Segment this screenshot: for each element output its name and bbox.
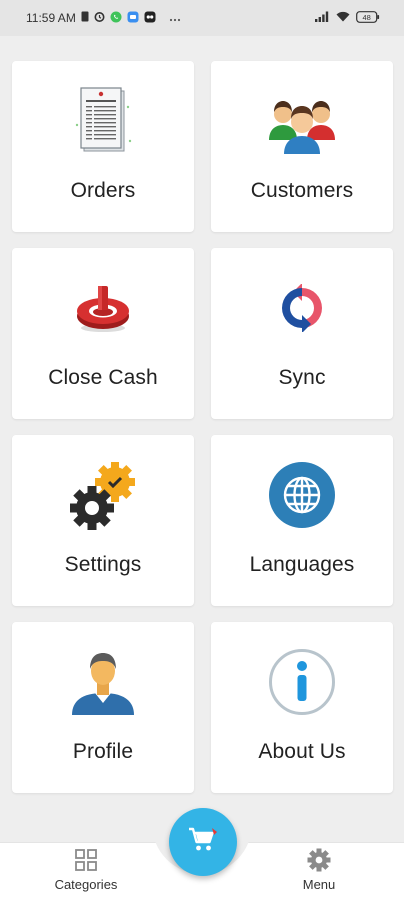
tile-close-cash[interactable]: Close Cash	[12, 248, 194, 419]
orders-document-icon	[67, 85, 139, 157]
tile-sync[interactable]: Sync	[211, 248, 393, 419]
customers-group-icon	[266, 85, 338, 157]
cart-icon	[188, 826, 218, 859]
info-icon	[266, 646, 338, 718]
nav-menu-label: Menu	[302, 877, 336, 892]
tile-customers[interactable]: Customers	[211, 61, 393, 232]
tile-label-settings: Settings	[64, 553, 142, 576]
menu-grid: Orders Customers Close Cash Sync Setting…	[12, 61, 393, 793]
status-bar: 11:59 AM 48	[0, 0, 404, 36]
nav-categories[interactable]: Categories	[41, 848, 131, 892]
tile-label-customers: Customers	[250, 179, 354, 202]
more-dots-icon	[169, 11, 181, 25]
nav-menu[interactable]: Menu	[274, 848, 364, 892]
signal-icon	[315, 11, 330, 25]
tile-label-languages: Languages	[249, 553, 355, 576]
tile-label-about-us: About Us	[258, 740, 346, 763]
nav-categories-label: Categories	[54, 877, 118, 892]
grid-icon	[41, 848, 131, 875]
status-left: 11:59 AM	[26, 11, 181, 26]
tile-label-orders: Orders	[70, 179, 136, 202]
gear-icon	[274, 848, 364, 875]
whatsapp-icon	[110, 11, 122, 26]
tile-settings[interactable]: Settings	[12, 435, 194, 606]
messages-icon	[127, 11, 139, 26]
battery-icon: 48	[356, 10, 380, 26]
battery-level: 48	[363, 13, 371, 22]
tile-languages[interactable]: Languages	[211, 435, 393, 606]
globe-icon	[266, 459, 338, 531]
settings-gears-icon	[67, 459, 139, 531]
camera-app-icon	[144, 11, 156, 26]
tile-orders[interactable]: Orders	[12, 61, 194, 232]
cart-fab-button[interactable]	[169, 808, 237, 876]
sync-icon	[266, 272, 338, 344]
sim-icon	[81, 11, 89, 25]
status-right: 48	[315, 10, 380, 26]
tile-profile[interactable]: Profile	[12, 622, 194, 793]
tile-about-us[interactable]: About Us	[211, 622, 393, 793]
alarm-icon	[94, 11, 105, 25]
tile-label-close-cash: Close Cash	[48, 366, 158, 389]
status-time: 11:59 AM	[26, 11, 76, 25]
tile-label-profile: Profile	[72, 740, 134, 763]
wifi-icon	[336, 11, 350, 25]
power-button-icon	[67, 272, 139, 344]
tile-label-sync: Sync	[278, 366, 326, 389]
profile-user-icon	[67, 646, 139, 718]
